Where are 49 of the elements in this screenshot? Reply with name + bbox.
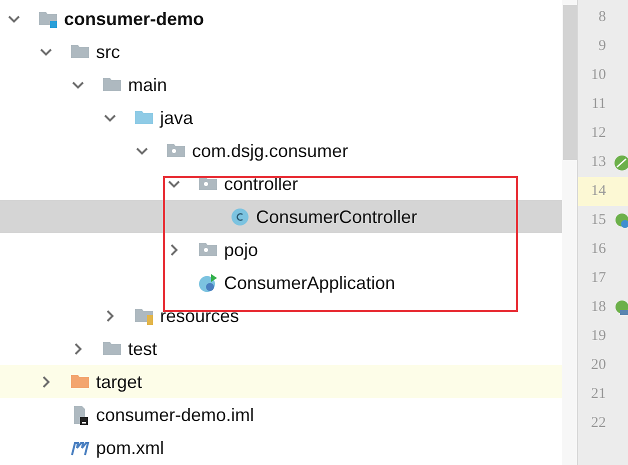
- line-number: 14: [590, 182, 606, 202]
- tree-item-label: consumer-demo: [64, 8, 204, 30]
- line-number: 11: [590, 95, 606, 114]
- line-number: 17: [590, 269, 606, 288]
- tree-row[interactable]: consumer-demo.iml: [0, 398, 562, 431]
- tree-item-label: resources: [160, 304, 240, 326]
- line-number: 16: [590, 240, 606, 260]
- line-number: 21: [590, 385, 606, 404]
- tree-item-label: ConsumerApplication: [224, 272, 396, 294]
- tree-row[interactable]: consumer-demo: [0, 2, 562, 35]
- line-number: 10: [590, 66, 606, 86]
- line-number: 15: [590, 211, 606, 230]
- tree-item-label: java: [160, 106, 194, 128]
- tree-row[interactable]: pom.xml: [0, 431, 562, 464]
- tree-item-label: pom.xml: [96, 436, 164, 458]
- tree-row[interactable]: com.dsjg.consumer: [0, 134, 562, 167]
- line-number: 8: [598, 8, 606, 28]
- tree-item-label: test: [128, 338, 158, 360]
- tree-row[interactable]: controller: [0, 167, 562, 200]
- tree-item-label: controller: [224, 172, 298, 194]
- tree-item-label: ConsumerController: [256, 206, 418, 228]
- line-number: 12: [590, 124, 606, 144]
- tree-item-label: com.dsjg.consumer: [192, 140, 348, 162]
- tree-row[interactable]: ConsumerController: [0, 200, 562, 233]
- line-number: 22: [590, 414, 606, 434]
- bean-icon[interactable]: [614, 154, 628, 170]
- tree-row[interactable]: main: [0, 68, 562, 101]
- tree-row[interactable]: java: [0, 101, 562, 134]
- line-number: 19: [590, 327, 606, 346]
- tree-item-label: src: [96, 40, 120, 62]
- tree-row[interactable]: test: [0, 332, 562, 365]
- bean-icon[interactable]: [614, 300, 628, 316]
- tree-row[interactable]: resources: [0, 299, 562, 332]
- bean-icon[interactable]: [614, 212, 628, 228]
- line-number: 13: [590, 153, 606, 172]
- run-class-icon: [198, 272, 218, 292]
- tree-item-label: main: [128, 74, 168, 96]
- line-number: 9: [598, 37, 606, 56]
- tree-row[interactable]: src: [0, 35, 562, 68]
- line-number: 20: [590, 356, 606, 376]
- tree-item-label: target: [96, 370, 142, 392]
- line-number: 18: [590, 298, 606, 318]
- tree-row[interactable]: ConsumerApplication: [0, 266, 562, 299]
- class-icon: [230, 206, 250, 226]
- tree-item-label: consumer-demo.iml: [96, 404, 254, 426]
- tree-row[interactable]: target: [0, 365, 562, 398]
- tree-item-label: pojo: [224, 238, 258, 260]
- scrollbar-thumb[interactable]: [562, 5, 576, 160]
- tree-row[interactable]: pojo: [0, 233, 562, 266]
